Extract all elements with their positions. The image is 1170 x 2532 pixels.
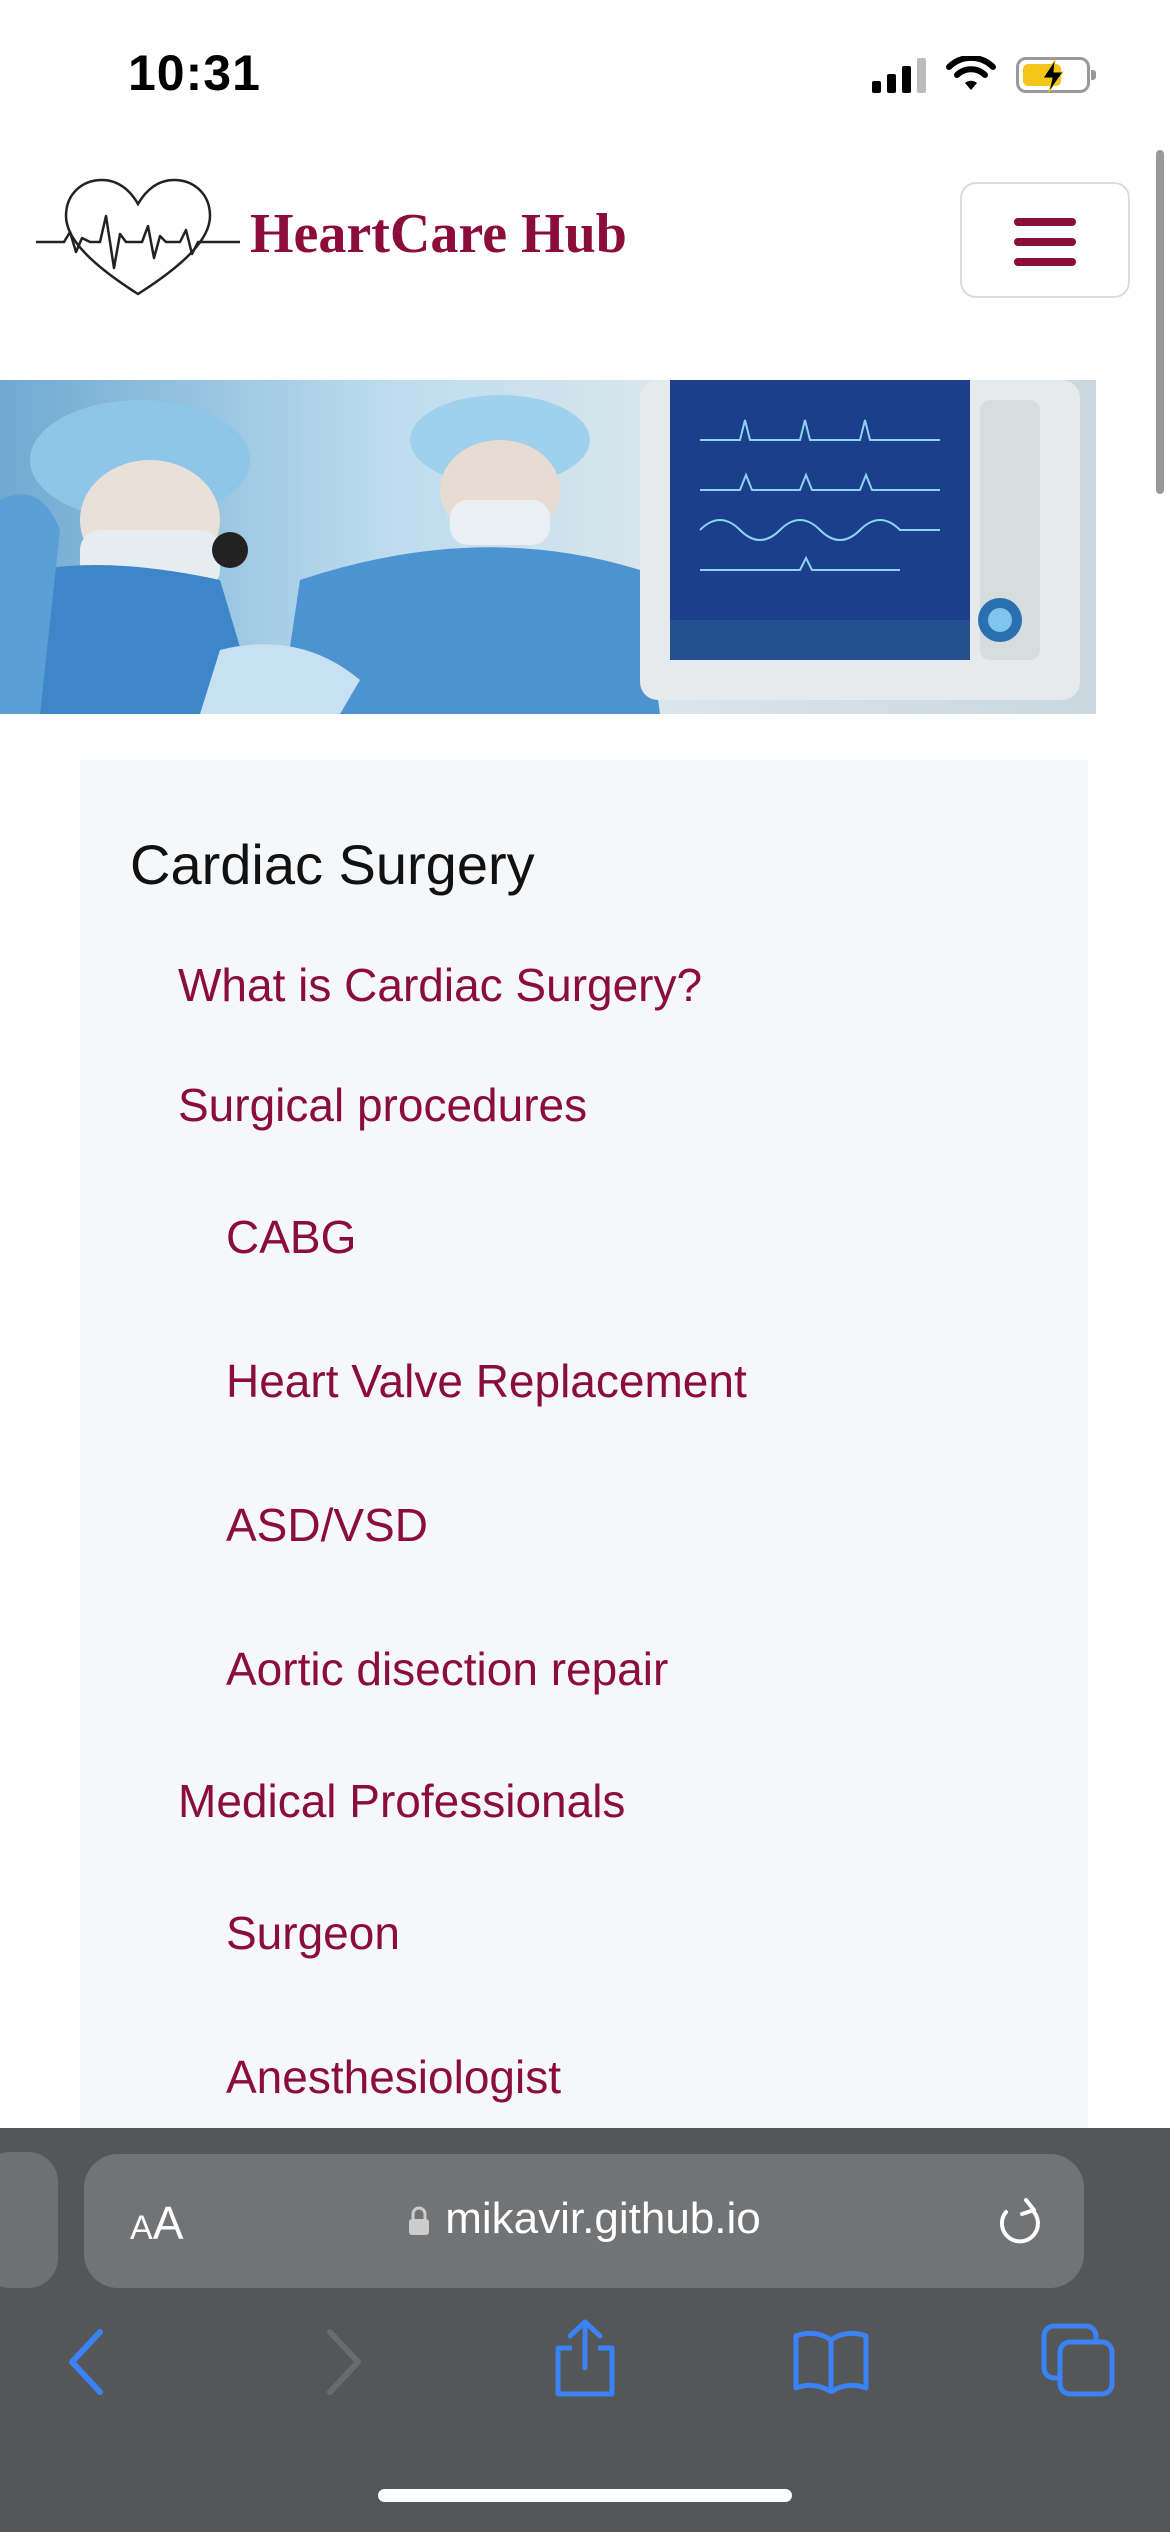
nav-link-surgeon[interactable]: Surgeon bbox=[226, 1906, 400, 1960]
nav-link-asd-vsd[interactable]: ASD/VSD bbox=[226, 1498, 428, 1552]
tabs-icon[interactable] bbox=[1040, 2322, 1116, 2398]
previous-tab-edge[interactable] bbox=[0, 2152, 58, 2288]
status-icons bbox=[872, 56, 1096, 94]
url-label: mikavir.github.io bbox=[445, 2194, 761, 2243]
site-header: HeartCare Hub bbox=[0, 150, 1170, 380]
status-bar: 10:31 bbox=[0, 0, 1170, 150]
nav-link-anesthesiologist[interactable]: Anesthesiologist bbox=[226, 2050, 561, 2104]
home-indicator[interactable] bbox=[378, 2489, 792, 2502]
status-time: 10:31 bbox=[128, 45, 261, 101]
reload-icon[interactable] bbox=[992, 2192, 1046, 2250]
wifi-icon bbox=[946, 56, 996, 90]
hero-image bbox=[0, 380, 1096, 714]
card-title: Cardiac Surgery bbox=[130, 833, 535, 896]
bookmarks-icon[interactable] bbox=[792, 2328, 870, 2394]
lock-icon bbox=[409, 2206, 430, 2236]
nav-link-cabg[interactable]: CABG bbox=[226, 1210, 356, 1264]
battery-charging-icon bbox=[1016, 57, 1096, 93]
toc-card: Cardiac Surgery What is Cardiac Surgery?… bbox=[80, 760, 1088, 2140]
address-bar[interactable]: AA mikavir.github.io bbox=[84, 2154, 1084, 2288]
nav-link-medical-professionals[interactable]: Medical Professionals bbox=[178, 1774, 625, 1828]
nav-link-what-is-cardiac-surgery[interactable]: What is Cardiac Surgery? bbox=[178, 958, 702, 1012]
back-chevron-icon[interactable] bbox=[62, 2326, 112, 2398]
forward-chevron-icon[interactable] bbox=[318, 2326, 368, 2398]
heart-ecg-logo-icon[interactable] bbox=[34, 176, 242, 306]
hamburger-menu-button[interactable] bbox=[960, 182, 1130, 298]
nav-link-heart-valve-replacement[interactable]: Heart Valve Replacement bbox=[226, 1354, 747, 1408]
url-text[interactable]: mikavir.github.io bbox=[84, 2194, 1084, 2244]
nav-link-surgical-procedures[interactable]: Surgical procedures bbox=[178, 1078, 587, 1132]
brand-name[interactable]: HeartCare Hub bbox=[250, 202, 627, 266]
share-icon[interactable] bbox=[548, 2318, 622, 2398]
signal-icon bbox=[872, 57, 926, 93]
browser-toolbar: AA mikavir.github.io bbox=[0, 2128, 1170, 2532]
page-scroll-indicator[interactable] bbox=[1156, 150, 1164, 494]
nav-link-aortic-dissection-repair[interactable]: Aortic disection repair bbox=[226, 1642, 668, 1696]
